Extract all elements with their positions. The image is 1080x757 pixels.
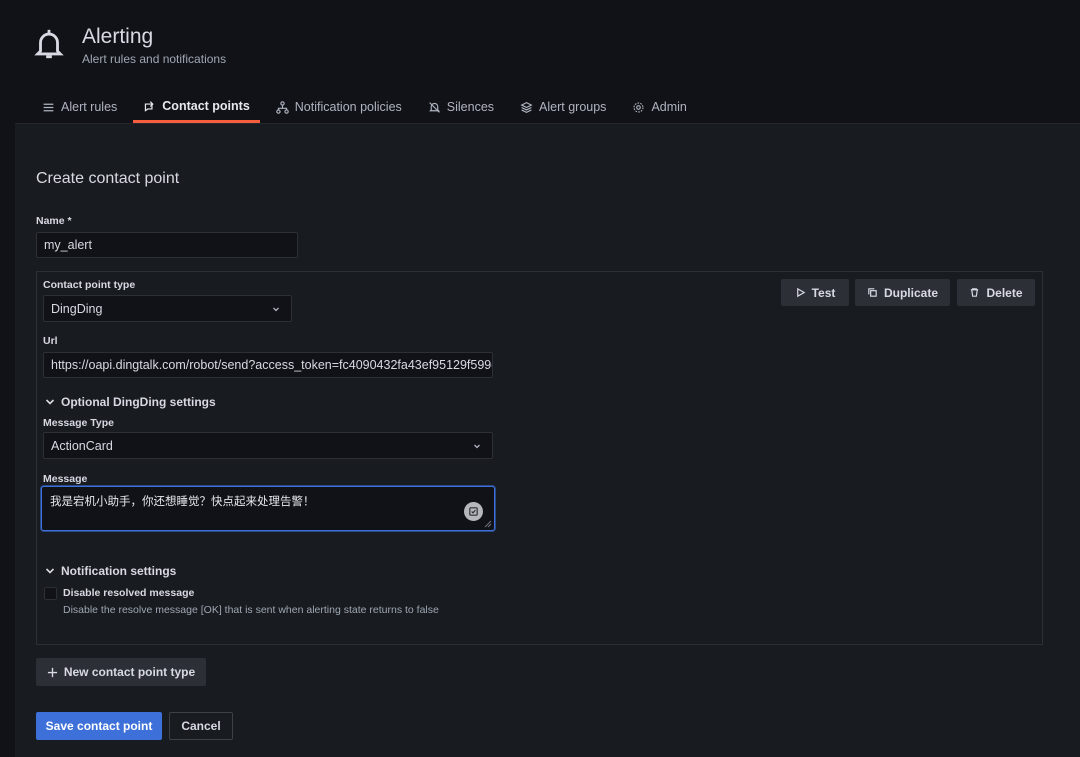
tab-contact-points[interactable]: Contact points xyxy=(133,93,260,123)
tab-silences[interactable]: Silences xyxy=(418,93,504,121)
duplicate-label: Duplicate xyxy=(883,285,938,300)
save-contact-point-button[interactable]: Save contact point xyxy=(36,712,162,740)
trash-icon xyxy=(971,288,979,297)
name-input[interactable]: my_alert xyxy=(36,232,298,258)
page-header: Alerting Alert rules and notifications A… xyxy=(0,0,1080,123)
comment-alt-share-icon xyxy=(145,100,154,112)
duplicate-button[interactable]: Duplicate xyxy=(855,279,950,306)
tab-label: Alert rules xyxy=(61,100,118,114)
chevron-down-icon xyxy=(45,568,55,574)
name-label: Name * xyxy=(36,215,72,227)
message-type-select[interactable]: ActionCard xyxy=(43,432,493,459)
resize-handle-icon[interactable] xyxy=(484,520,492,528)
list-icon xyxy=(43,103,54,111)
sitemap-icon xyxy=(276,100,289,114)
plus-icon xyxy=(47,667,57,677)
new-contact-point-type-button[interactable]: New contact point type xyxy=(36,658,206,686)
optional-settings-toggle[interactable]: Optional DingDing settings xyxy=(45,395,216,409)
tab-alert-groups[interactable]: Alert groups xyxy=(510,93,616,121)
chevron-down-icon xyxy=(45,399,55,405)
disable-resolved-description: Disable the resolve message [OK] that is… xyxy=(63,604,439,616)
message-label: Message xyxy=(43,473,88,485)
form-heading: Create contact point xyxy=(36,170,180,187)
url-value: https://oapi.dingtalk.com/robot/send?acc… xyxy=(51,358,493,372)
tab-notification-policies[interactable]: Notification policies xyxy=(266,93,412,121)
url-label: Url xyxy=(43,335,58,347)
layer-group-icon xyxy=(520,101,533,113)
contact-type-select[interactable]: DingDing xyxy=(43,295,292,322)
message-value: 我是宕机小助手，你还想睡觉？快点起来处理告警！ xyxy=(50,494,315,508)
chevron-down-icon xyxy=(474,444,480,448)
cancel-button[interactable]: Cancel xyxy=(169,712,233,740)
tab-admin[interactable]: Admin xyxy=(622,93,696,121)
play-icon xyxy=(796,287,805,298)
copy-icon xyxy=(868,288,877,297)
new-type-label: New contact point type xyxy=(63,665,196,679)
message-textarea[interactable]: 我是宕机小助手，你还想睡觉？快点起来处理告警！ xyxy=(41,486,495,531)
notification-settings-toggle[interactable]: Notification settings xyxy=(45,564,176,578)
chevron-down-icon xyxy=(273,307,279,311)
contact-type-value: DingDing xyxy=(51,301,103,316)
tab-bar: Alert rules Contact points Notification … xyxy=(32,93,703,123)
tab-alert-rules[interactable]: Alert rules xyxy=(32,93,127,121)
contact-type-label: Contact point type xyxy=(43,279,136,291)
delete-button[interactable]: Delete xyxy=(957,279,1035,306)
tab-label: Contact points xyxy=(162,99,250,113)
delete-label: Delete xyxy=(986,285,1023,300)
test-label: Test xyxy=(811,285,836,300)
page-title: Alerting xyxy=(82,25,154,48)
tab-label: Admin xyxy=(651,100,687,114)
disable-resolved-checkbox[interactable] xyxy=(44,587,57,600)
cog-icon xyxy=(633,101,644,113)
message-type-value: ActionCard xyxy=(51,438,113,453)
bell-slash-icon xyxy=(428,101,440,113)
notification-settings-label: Notification settings xyxy=(61,564,177,578)
name-value: my_alert xyxy=(44,238,92,252)
url-input[interactable]: https://oapi.dingtalk.com/robot/send?acc… xyxy=(43,352,493,378)
bell-icon xyxy=(34,29,64,59)
optional-settings-label: Optional DingDing settings xyxy=(61,395,216,409)
test-button[interactable]: Test xyxy=(781,279,849,306)
message-type-label: Message Type xyxy=(43,417,115,429)
tab-label: Silences xyxy=(446,100,495,114)
page-subtitle: Alert rules and notifications xyxy=(82,52,227,66)
tab-label: Alert groups xyxy=(539,100,607,114)
tab-label: Notification policies xyxy=(294,100,402,114)
disable-resolved-label: Disable resolved message xyxy=(63,587,195,599)
template-helper-icon[interactable] xyxy=(464,502,483,521)
